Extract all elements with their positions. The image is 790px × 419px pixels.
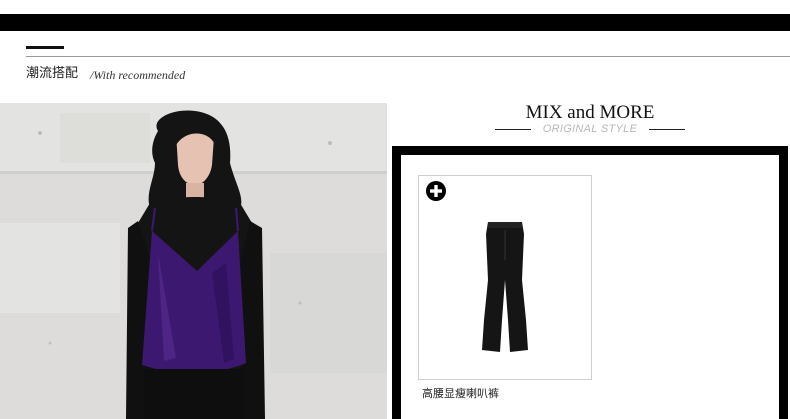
mix-subtitle-row: ORIGINAL STYLE [495, 121, 685, 137]
plus-circle-icon[interactable] [426, 181, 446, 201]
top-black-bar [0, 14, 790, 31]
product-name[interactable]: 高腰显瘦喇叭裤 [422, 386, 499, 402]
section-subtitle: /With recommended [90, 68, 186, 82]
subtitle-rule-left [495, 129, 531, 130]
mix-subtitle: ORIGINAL STYLE [542, 123, 638, 135]
model-photo [0, 103, 387, 419]
section-divider [26, 56, 790, 57]
section-accent-line [26, 46, 64, 49]
product-image-trousers[interactable] [478, 220, 532, 360]
section-title: 潮流搭配 [26, 66, 79, 81]
subtitle-rule-right [649, 129, 685, 130]
